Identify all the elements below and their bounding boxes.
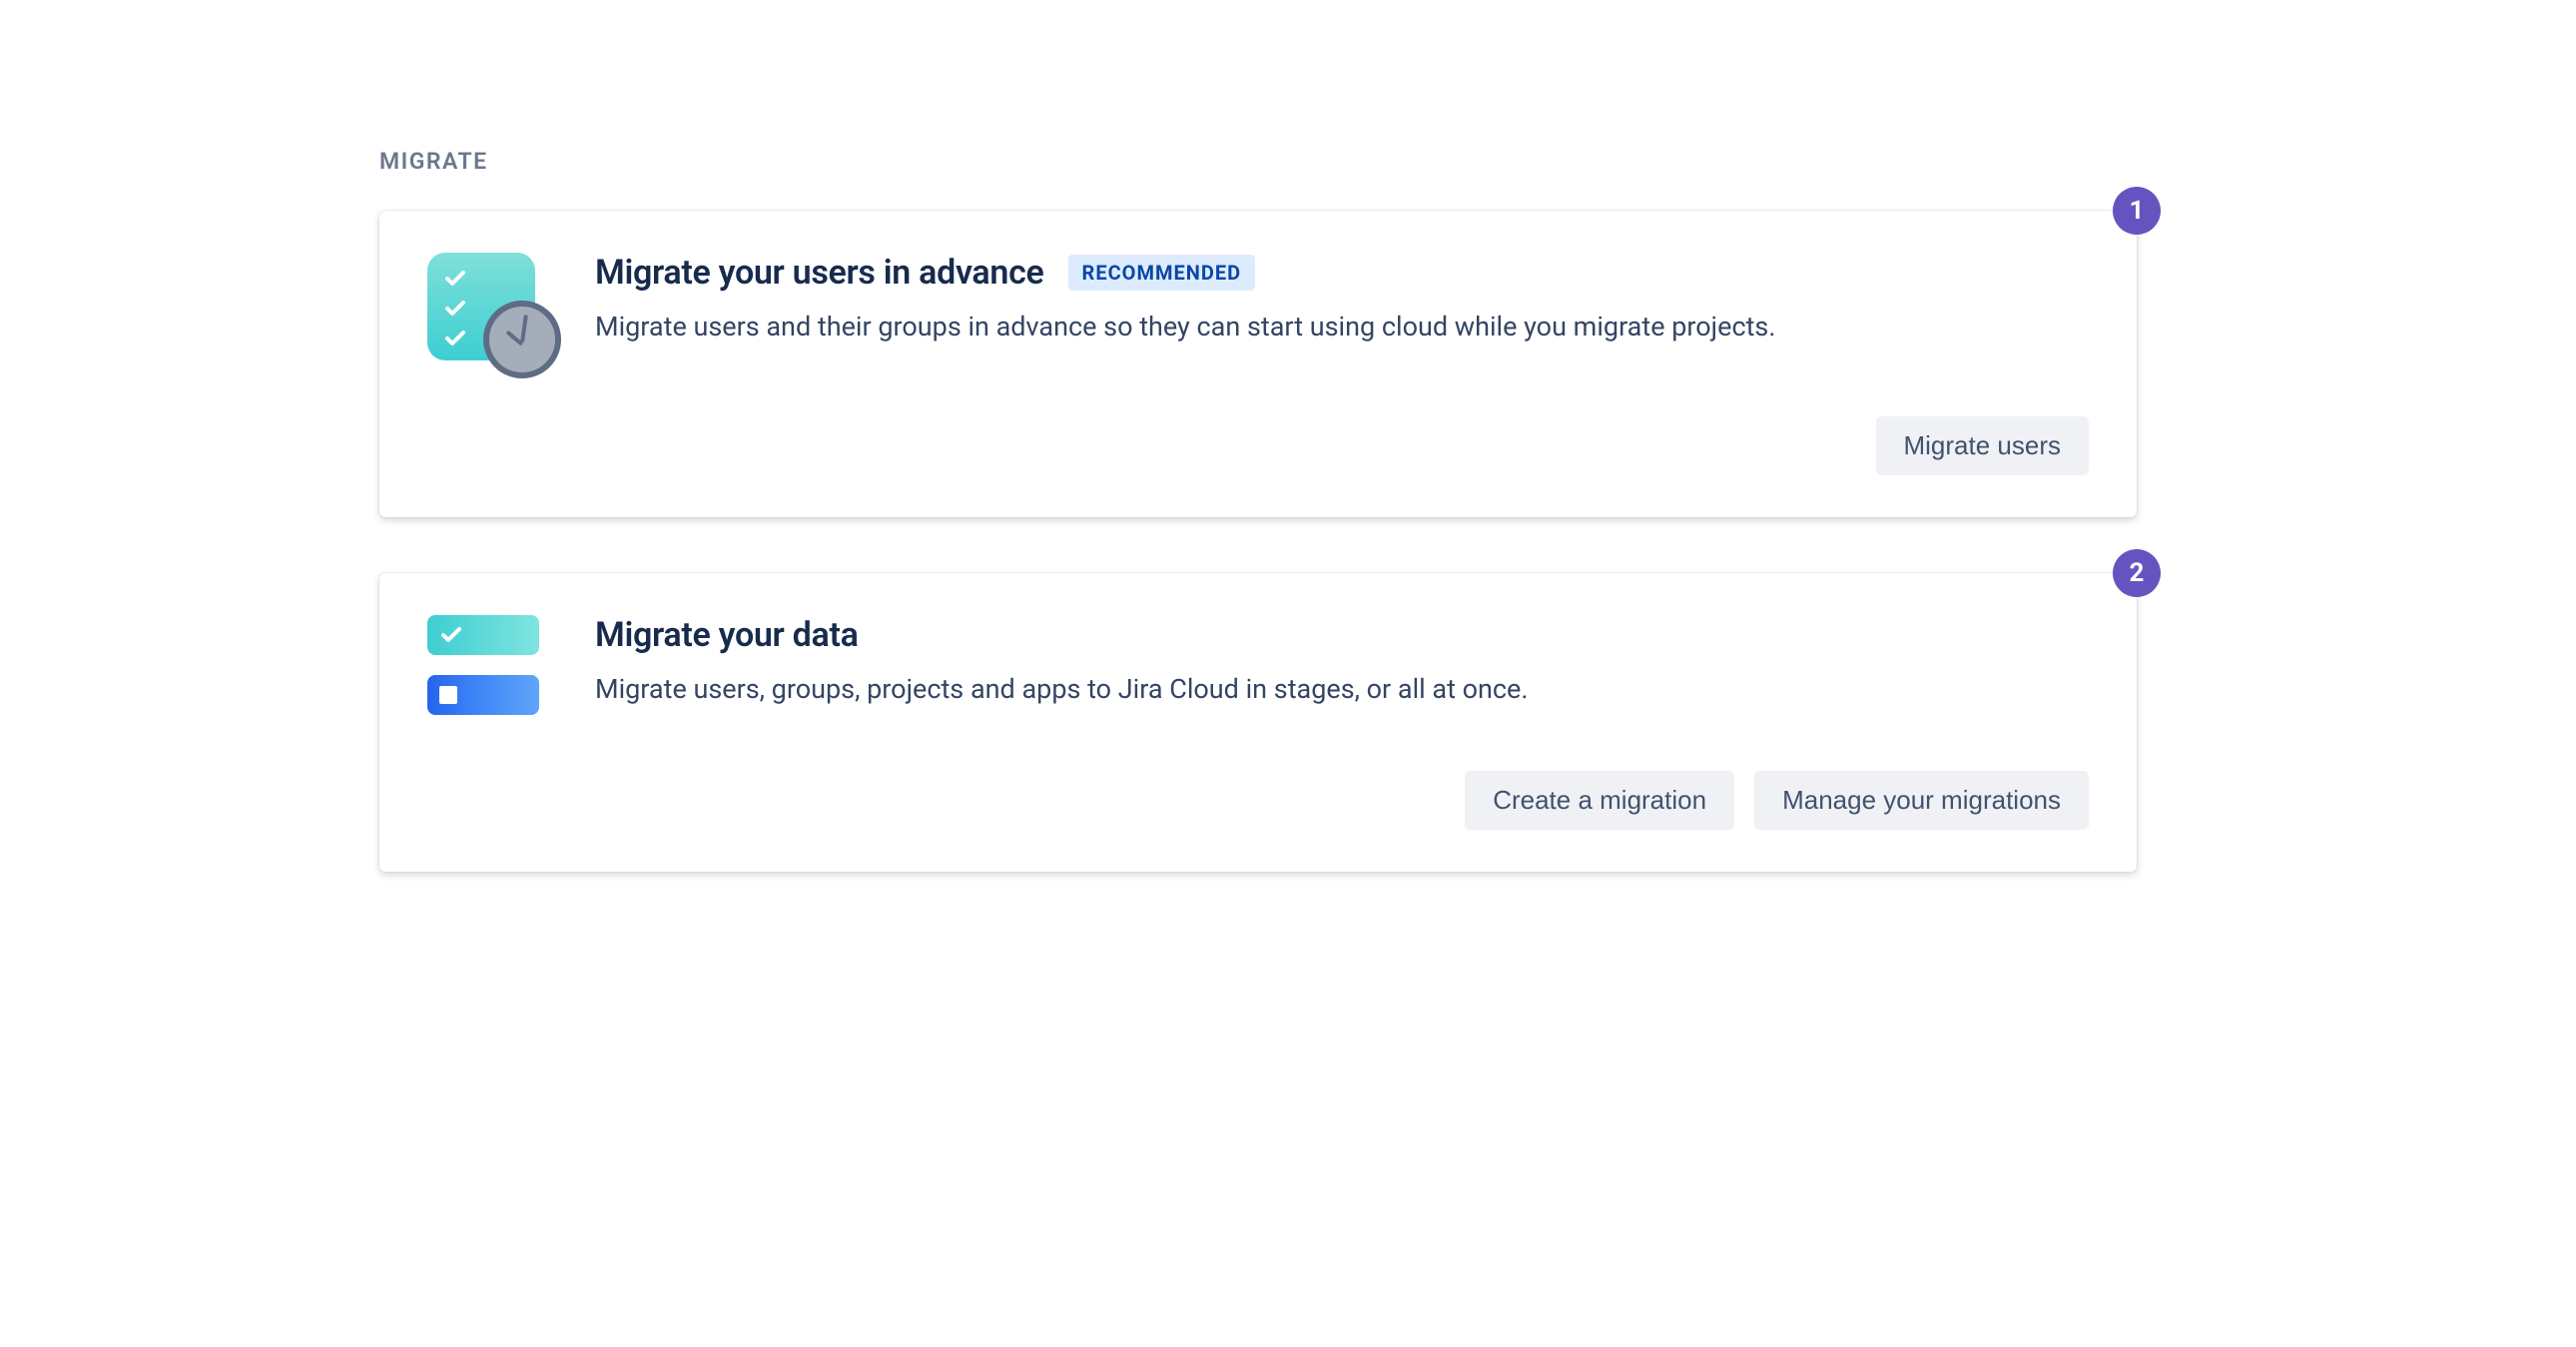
clock-icon [483,301,561,378]
card-title: Migrate your data [595,615,859,655]
create-migration-button[interactable]: Create a migration [1465,771,1734,830]
migrate-section: MIGRATE 1 [379,148,2137,928]
manage-migrations-button[interactable]: Manage your migrations [1754,771,2089,830]
migrate-users-card: 1 Migrate [379,211,2137,517]
step-badge-2: 2 [2113,549,2161,597]
card-description: Migrate users, groups, projects and apps… [595,669,2089,711]
card-title: Migrate your users in advance [595,253,1044,293]
migrate-users-icon [427,253,595,372]
section-label: MIGRATE [379,148,2137,175]
migrate-users-button[interactable]: Migrate users [1876,416,2090,475]
recommended-badge: RECOMMENDED [1068,255,1256,291]
migrate-data-card: 2 Migrate your data Migrate users, group… [379,573,2137,872]
step-badge-1: 1 [2113,187,2161,235]
card-description: Migrate users and their groups in advanc… [595,307,2089,348]
migrate-data-icon [427,615,595,727]
